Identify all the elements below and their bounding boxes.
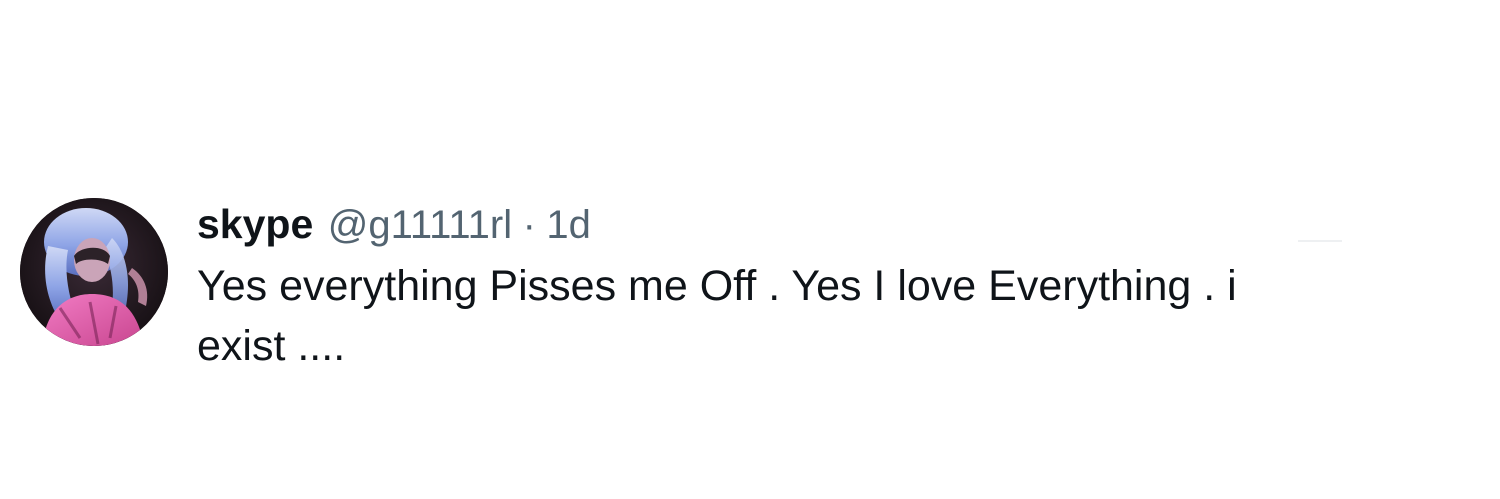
post-card[interactable]: skype @g11111rl · 1d Yes everything Piss… [20, 196, 1480, 376]
avatar-image [20, 198, 168, 346]
display-name[interactable]: skype [197, 201, 313, 247]
user-handle[interactable]: @g11111rl [328, 203, 512, 247]
post-text: Yes everything Pisses me Off . Yes I lov… [197, 256, 1437, 376]
screenshot-canvas: skype @g11111rl · 1d Yes everything Piss… [0, 0, 1500, 499]
separator-dot: · [522, 203, 536, 247]
avatar[interactable] [20, 198, 168, 346]
post-text-line-2: exist .... [197, 322, 346, 370]
post-header: skype @g11111rl · 1d [197, 196, 1457, 252]
post-body: skype @g11111rl · 1d Yes everything Piss… [197, 196, 1457, 376]
post-text-line-1: Yes everything Pisses me Off . Yes I lov… [197, 262, 1237, 310]
post-timestamp[interactable]: 1d [546, 203, 591, 247]
